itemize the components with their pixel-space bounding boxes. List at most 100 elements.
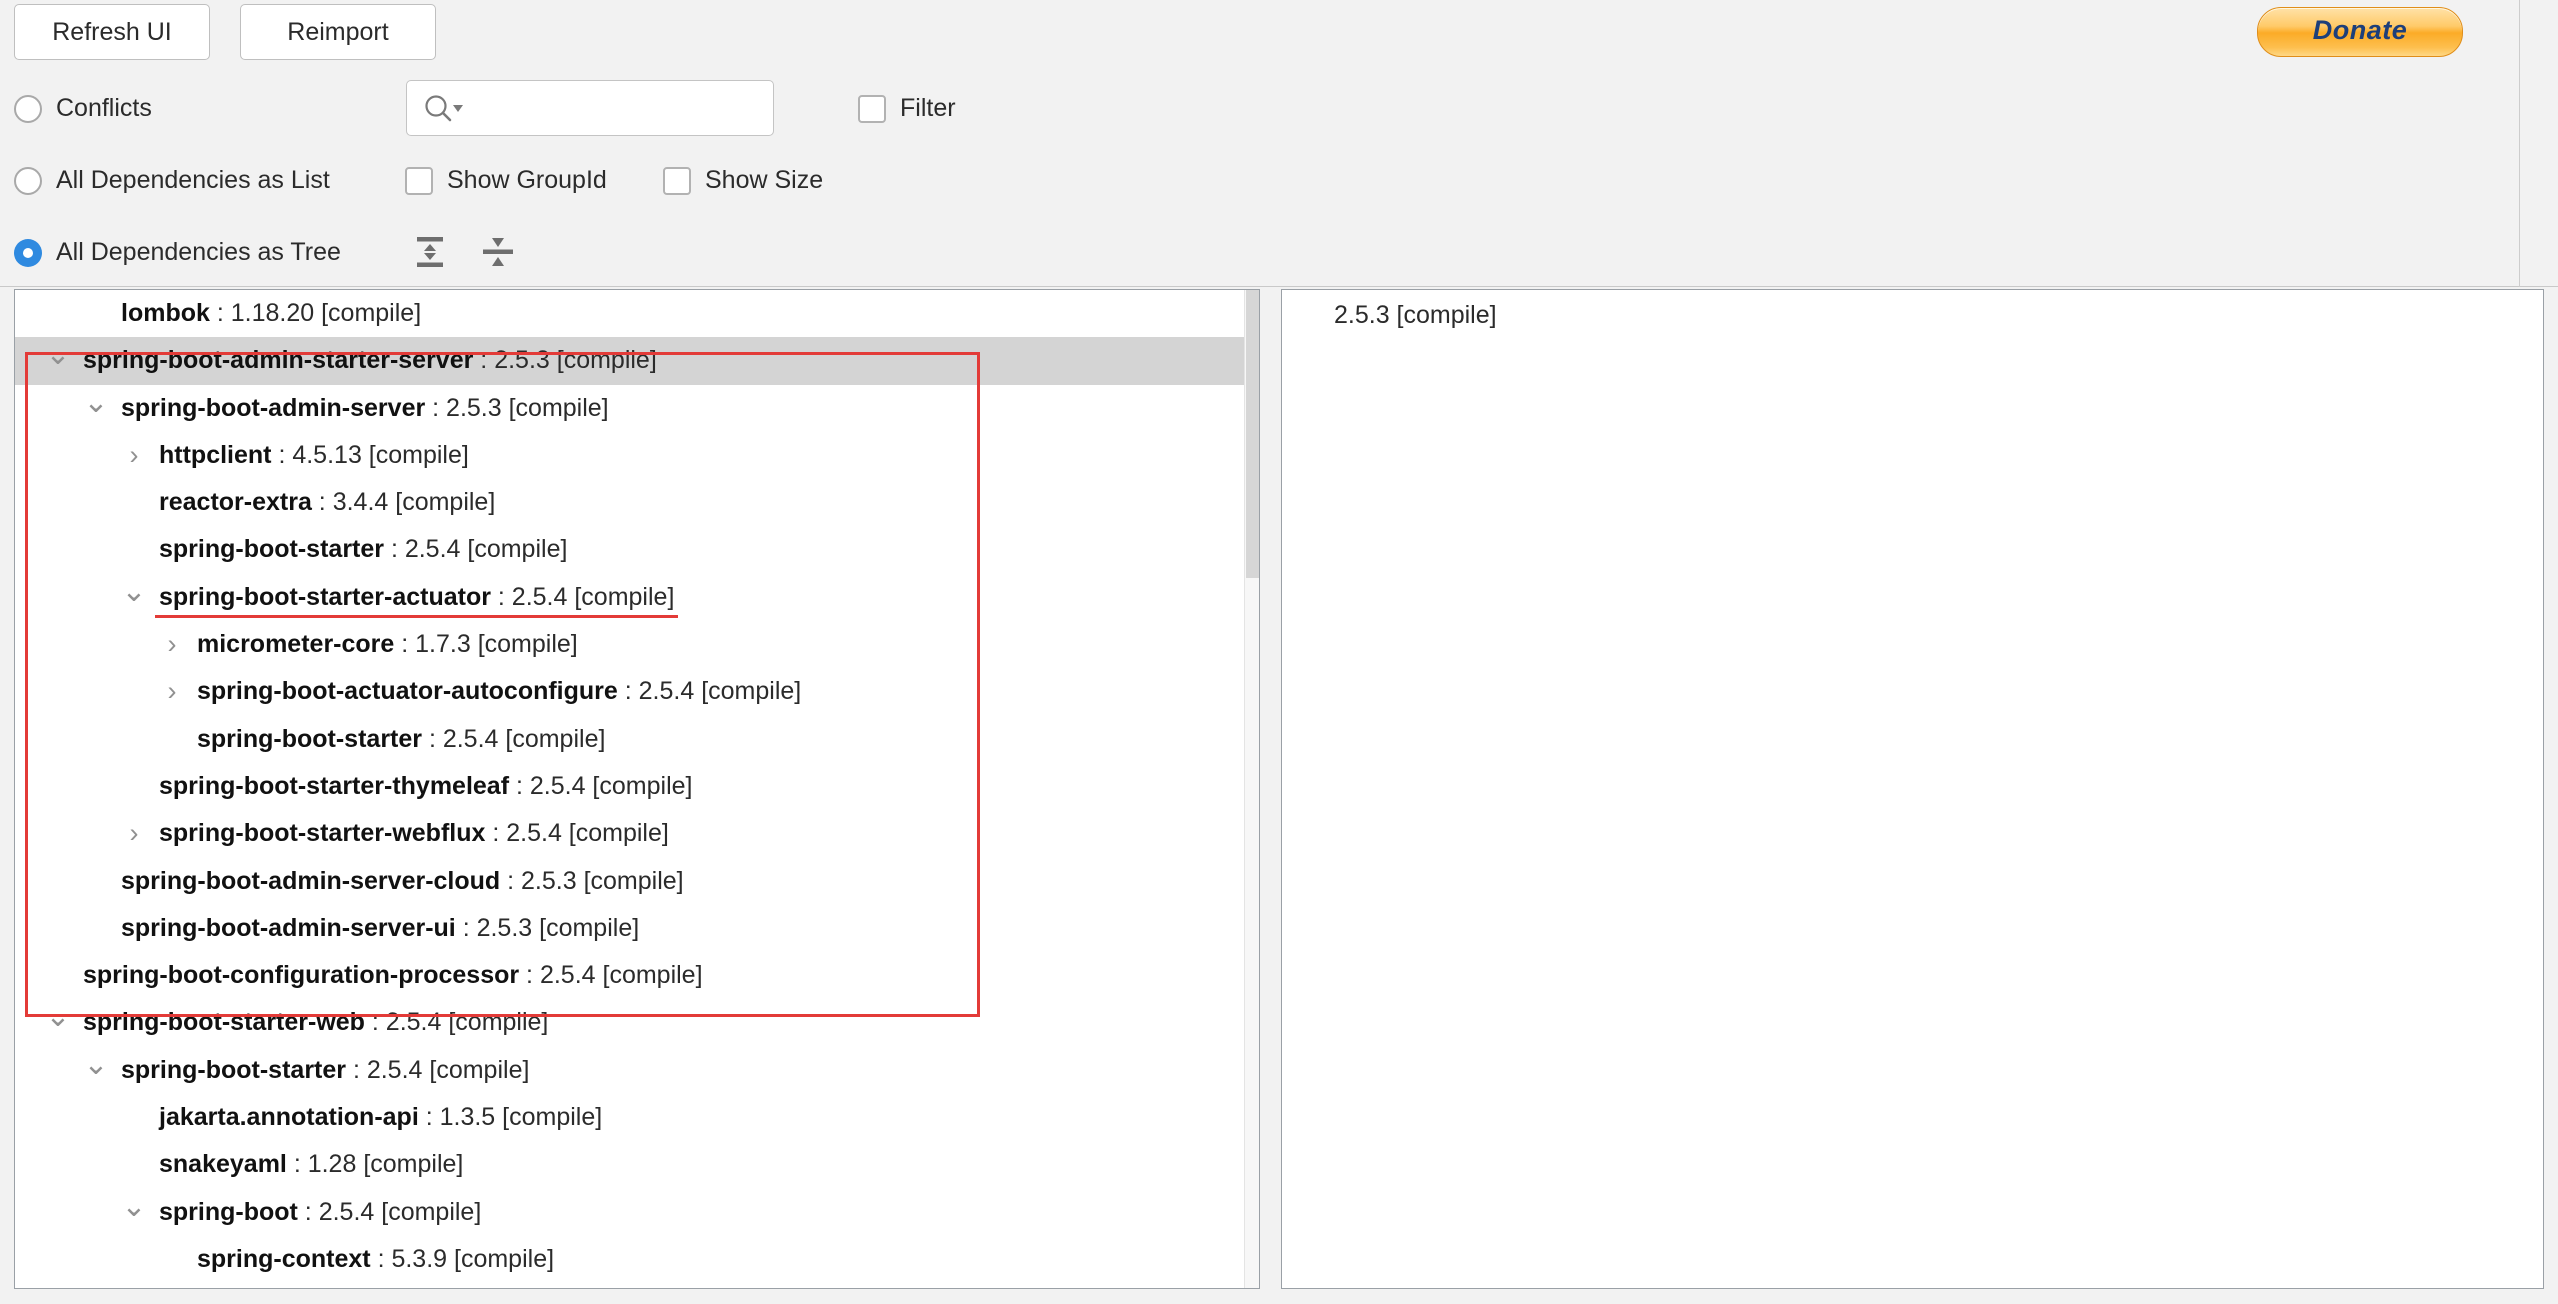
checkbox-filter-label: Filter [900, 94, 956, 123]
panel-splitter[interactable] [1262, 289, 1280, 1289]
tree-row[interactable]: ›spring-boot-starter-webflux : 2.5.4 [co… [15, 810, 1244, 857]
tree-row-version-scope: : 1.28 [compile] [287, 1150, 463, 1178]
tree-row-version-scope: : 2.5.4 [compile] [346, 1056, 529, 1084]
dependency-tree-scroll-area[interactable]: lombok : 1.18.20 [compile]⌄spring-boot-a… [15, 290, 1244, 1288]
tree-row[interactable]: ⌄spring-boot-admin-server : 2.5.3 [compi… [15, 385, 1244, 432]
checkbox-show-size-box [663, 167, 691, 195]
toolbar-divider [2519, 0, 2520, 287]
tree-row-artifact: spring-boot [159, 1198, 298, 1226]
tree-row[interactable]: ⌄spring-boot : 2.5.4 [compile] [15, 1189, 1244, 1236]
tree-row-artifact: httpclient [159, 441, 272, 469]
tree-row[interactable]: lombok : 1.18.20 [compile] [15, 290, 1244, 337]
tree-row-artifact: spring-context [197, 1245, 371, 1273]
tree-row[interactable]: spring-boot-admin-server-ui : 2.5.3 [com… [15, 905, 1244, 952]
tree-row[interactable]: spring-context : 5.3.9 [compile] [15, 1236, 1244, 1283]
dependency-detail-text: 2.5.3 [compile] [1334, 301, 1497, 330]
tree-row-artifact: snakeyaml [159, 1150, 287, 1178]
chevron-right-icon[interactable]: › [117, 432, 151, 479]
chevron-down-icon[interactable]: ⌄ [79, 385, 113, 421]
tree-row-version-scope: : 2.5.3 [compile] [473, 346, 656, 374]
chevron-down-icon[interactable]: ⌄ [79, 1047, 113, 1083]
tree-row-artifact: spring-boot-starter [121, 1056, 346, 1084]
checkbox-show-size[interactable]: Show Size [663, 166, 823, 195]
tree-row-text: spring-boot-admin-starter-server : 2.5.3… [83, 337, 657, 384]
checkbox-show-groupid[interactable]: Show GroupId [405, 166, 607, 195]
radio-conflicts-indicator [14, 95, 42, 123]
tree-row-text: spring-boot : 2.5.4 [compile] [159, 1189, 481, 1236]
expand-all-icon[interactable] [410, 232, 450, 272]
tree-vertical-scrollbar[interactable] [1244, 290, 1260, 1288]
tree-row[interactable]: ›spring-boot-actuator-autoconfigure : 2.… [15, 668, 1244, 715]
tree-row[interactable]: spring-boot-configuration-processor : 2.… [15, 952, 1244, 999]
tree-row-version-scope: : 5.3.9 [compile] [371, 1245, 554, 1273]
tree-row-text: spring-boot-starter-web : 2.5.4 [compile… [83, 999, 548, 1046]
tree-row-artifact: spring-boot-admin-server-ui [121, 914, 456, 942]
tree-row-artifact: jakarta.annotation-api [159, 1103, 419, 1131]
tree-row-version-scope: : 2.5.4 [compile] [422, 725, 605, 753]
donate-button[interactable]: Donate [2257, 7, 2463, 57]
tree-vertical-scrollbar-thumb[interactable] [1246, 290, 1260, 578]
tree-row-text: spring-boot-actuator-autoconfigure : 2.5… [197, 668, 801, 715]
tree-row-text: micrometer-core : 1.7.3 [compile] [197, 621, 578, 668]
tree-row-artifact: spring-boot-admin-server [121, 394, 425, 422]
tree-row-version-scope: : 2.5.3 [compile] [500, 867, 683, 895]
tree-row-text: spring-boot-configuration-processor : 2.… [83, 952, 703, 999]
tree-row-artifact: spring-boot-starter-web [83, 1008, 365, 1036]
radio-conflicts[interactable]: Conflicts [14, 94, 152, 123]
tree-row-text: spring-boot-starter-thymeleaf : 2.5.4 [c… [159, 763, 692, 810]
checkbox-filter[interactable]: Filter [858, 94, 956, 123]
tree-row-text: spring-boot-starter : 2.5.4 [compile] [197, 716, 605, 763]
tree-row-text: jakarta.annotation-api : 1.3.5 [compile] [159, 1094, 602, 1141]
chevron-right-icon[interactable]: › [117, 810, 151, 857]
tree-row-text: spring-boot-starter : 2.5.4 [compile] [159, 526, 567, 573]
tree-row[interactable]: spring-boot-starter-thymeleaf : 2.5.4 [c… [15, 763, 1244, 810]
radio-all-dependencies-as-list[interactable]: All Dependencies as List [14, 166, 330, 195]
tree-row[interactable]: ⌄ spring-boot-starter-actuator : 2.5.4 [c… [15, 574, 1244, 621]
tree-row[interactable]: ⌄spring-boot-starter-web : 2.5.4 [compil… [15, 999, 1244, 1046]
tree-row-version-scope: : 4.5.13 [compile] [272, 441, 469, 469]
tree-row-version-scope: : 2.5.4 [compile] [509, 772, 692, 800]
donate-button-label: Donate [2258, 15, 2462, 46]
tree-row-artifact: spring-boot-starter-thymeleaf [159, 772, 509, 800]
search-icon [423, 93, 467, 125]
tree-row-text: httpclient : 4.5.13 [compile] [159, 432, 469, 479]
tree-row-version-scope: : 1.3.5 [compile] [419, 1103, 602, 1131]
refresh-ui-button[interactable]: Refresh UI [14, 4, 210, 60]
tree-row-artifact: spring-boot-starter-actuator [159, 583, 491, 611]
tree-row[interactable]: ⌄ spring-boot-starter : 2.5.4 [compile] [15, 1047, 1244, 1094]
radio-all-dependencies-as-tree-indicator [14, 239, 42, 267]
tree-row[interactable]: reactor-extra : 3.4.4 [compile] [15, 479, 1244, 526]
chevron-down-icon[interactable]: ⌄ [41, 337, 75, 373]
tree-row-artifact: lombok [121, 299, 210, 327]
dependency-tree-panel[interactable]: lombok : 1.18.20 [compile]⌄spring-boot-a… [14, 289, 1260, 1289]
search-input[interactable] [406, 80, 774, 136]
tree-row-version-scope: : 2.5.4 [compile] [491, 583, 674, 611]
tree-row-version-scope: : 2.5.4 [compile] [485, 819, 668, 847]
tree-row[interactable]: spring-boot-starter : 2.5.4 [compile] [15, 526, 1244, 573]
tree-row[interactable]: spring-boot-starter : 2.5.4 [compile] [15, 716, 1244, 763]
tree-row[interactable]: ›micrometer-core : 1.7.3 [compile] [15, 621, 1244, 668]
radio-all-dependencies-as-tree[interactable]: All Dependencies as Tree [14, 238, 341, 267]
checkbox-show-size-label: Show Size [705, 166, 823, 195]
chevron-down-icon[interactable]: ⌄ [117, 574, 151, 610]
radio-all-dependencies-as-list-label: All Dependencies as List [56, 166, 330, 195]
tree-row[interactable]: ⌄spring-boot-admin-starter-server : 2.5.… [15, 337, 1244, 384]
tree-row[interactable]: snakeyaml : 1.28 [compile] [15, 1141, 1244, 1188]
tree-row[interactable]: jakarta.annotation-api : 1.3.5 [compile] [15, 1094, 1244, 1141]
tree-row-version-scope: : 2.5.4 [compile] [384, 535, 567, 563]
tree-row-text: spring-context : 5.3.9 [compile] [197, 1236, 554, 1283]
tree-row-text: spring-boot-starter-webflux : 2.5.4 [com… [159, 810, 669, 857]
dependency-detail-panel[interactable]: 2.5.3 [compile] [1281, 289, 2544, 1289]
tree-row-artifact: reactor-extra [159, 488, 312, 516]
chevron-down-icon[interactable]: ⌄ [117, 1189, 151, 1225]
collapse-all-icon[interactable] [478, 232, 518, 272]
tree-row-version-scope: : 3.4.4 [compile] [312, 488, 495, 516]
tree-row[interactable]: ›httpclient : 4.5.13 [compile] [15, 432, 1244, 479]
chevron-right-icon[interactable]: › [155, 668, 189, 715]
tree-row-version-scope: : 2.5.4 [compile] [298, 1198, 481, 1226]
chevron-down-icon[interactable]: ⌄ [41, 999, 75, 1035]
toolbar: Refresh UI Reimport Donate Conflicts All… [0, 0, 2558, 287]
tree-row[interactable]: spring-boot-admin-server-cloud : 2.5.3 [… [15, 858, 1244, 905]
chevron-right-icon[interactable]: › [155, 621, 189, 668]
reimport-button[interactable]: Reimport [240, 4, 436, 60]
